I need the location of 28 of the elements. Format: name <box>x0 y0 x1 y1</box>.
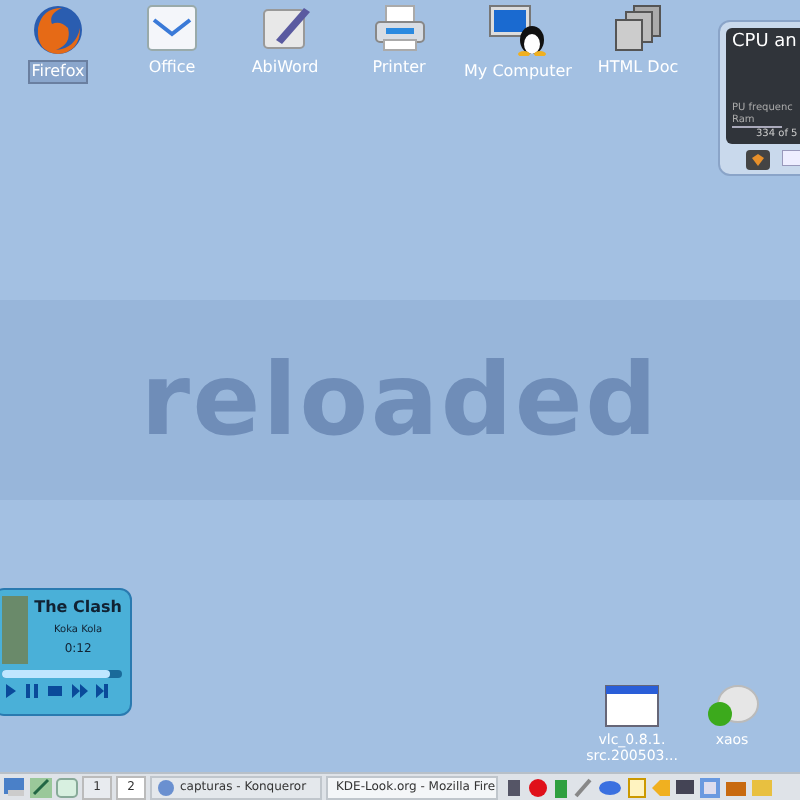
monitor-icon[interactable] <box>676 779 694 795</box>
window-icon <box>604 684 660 728</box>
box-icon[interactable] <box>746 150 770 170</box>
oval-icon[interactable] <box>598 779 622 795</box>
desktop-icon-label[interactable]: AbiWord <box>247 56 323 80</box>
menu-icon[interactable] <box>2 776 26 798</box>
screen-icon[interactable] <box>782 150 800 166</box>
desktop-icon-label[interactable]: Firefox <box>27 60 89 84</box>
widget-title: CPU an <box>732 32 799 54</box>
desktop-icon-label[interactable]: HTML Doc <box>593 56 683 80</box>
desktop-icon-label[interactable]: Printer <box>368 56 430 80</box>
monitor-penguin-icon <box>488 4 548 56</box>
desktop-icon-label[interactable]: My Computer <box>460 60 576 84</box>
album-cover <box>2 596 29 664</box>
artist-name: The Clash <box>34 596 122 620</box>
pen-paper-icon <box>259 4 311 52</box>
ball-icon <box>704 684 760 728</box>
documents-icon <box>614 4 662 52</box>
tag-icon[interactable] <box>652 779 670 795</box>
record-icon[interactable] <box>528 777 548 797</box>
desktop-icon-label[interactable]: Office <box>144 56 200 80</box>
printer-icon <box>371 4 427 52</box>
envelope-icon <box>146 4 198 52</box>
pencil-icon[interactable] <box>30 777 52 797</box>
playback-controls-icon[interactable] <box>2 684 110 698</box>
trash-icon[interactable] <box>554 777 568 797</box>
note-icon[interactable] <box>628 777 646 797</box>
globe-fox-icon <box>32 4 84 56</box>
